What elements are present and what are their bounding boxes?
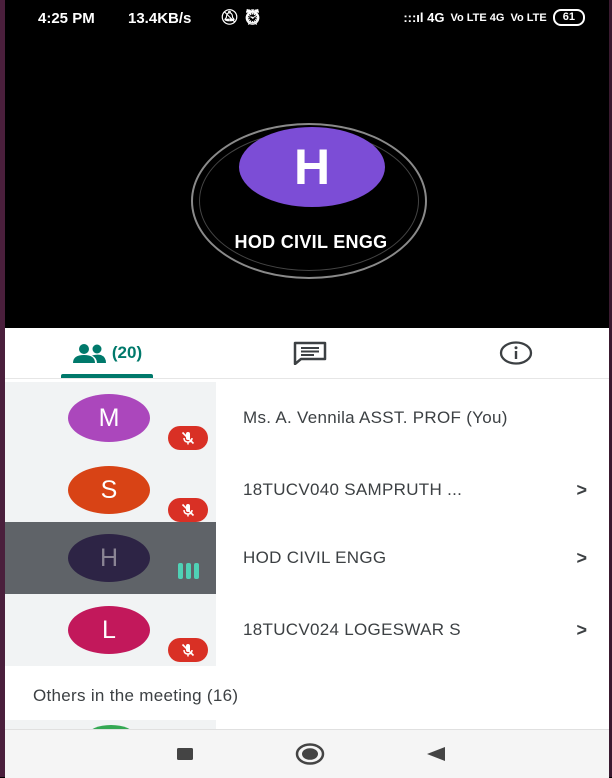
participant-name: 18TUCV040 SAMPRUTH ... bbox=[243, 480, 463, 499]
chevron-right-icon[interactable]: > bbox=[576, 454, 587, 526]
speaker-avatar: H bbox=[239, 127, 385, 207]
chevron-right-icon[interactable]: > bbox=[576, 594, 587, 666]
participant-row[interactable]: L 18TUCV024 LOGESWAR S > bbox=[5, 594, 609, 666]
status-time: 4:25 PM bbox=[38, 10, 95, 27]
people-icon bbox=[72, 344, 106, 363]
tab-people[interactable]: (20) bbox=[61, 328, 153, 378]
notifications-off-icon: 🔕︎ bbox=[220, 9, 244, 26]
info-icon bbox=[499, 341, 533, 365]
participant-name: HOD CIVIL ENGG bbox=[243, 548, 387, 567]
participant-row[interactable]: H HOD CIVIL ENGG > bbox=[5, 522, 609, 594]
tab-chat[interactable] bbox=[288, 328, 332, 378]
mic-off-icon bbox=[168, 426, 208, 450]
participant-name: 18TUCV024 LOGESWAR S bbox=[243, 620, 461, 639]
active-tab-indicator bbox=[61, 374, 153, 378]
back-button[interactable] bbox=[424, 730, 448, 778]
chevron-right-icon[interactable]: > bbox=[576, 522, 587, 594]
circle-icon bbox=[295, 743, 325, 765]
people-count: (20) bbox=[111, 343, 143, 362]
avatar: M bbox=[68, 394, 150, 442]
system-nav-bar bbox=[5, 729, 609, 778]
speaker-name: HOD CIVIL ENGG bbox=[234, 232, 388, 252]
participant-row[interactable]: M Ms. A. Vennila ASST. PROF (You) bbox=[5, 382, 609, 454]
others-section-title: Others in the meeting (16) bbox=[33, 686, 239, 705]
chat-icon bbox=[293, 341, 327, 365]
participant-avatar-area: H bbox=[5, 522, 216, 594]
participant-name: Ms. A. Vennila ASST. PROF (You) bbox=[243, 408, 508, 427]
status-right: :::ıl 4G Vo LTE 4G Vo LTE 61 bbox=[403, 9, 585, 26]
home-button[interactable] bbox=[295, 730, 325, 778]
status-left-icons: 🔕︎⏰︎ bbox=[220, 8, 266, 26]
signal-indicator: :::ıl 4G bbox=[403, 10, 445, 25]
participant-avatar-area: L bbox=[5, 594, 216, 666]
participant-row[interactable]: S 18TUCV040 SAMPRUTH ... > bbox=[5, 454, 609, 526]
square-icon bbox=[177, 748, 193, 760]
participants-panel: (20) M Ms. A. Vennila ASST. PROF (You) S… bbox=[5, 328, 609, 778]
mic-off-icon bbox=[168, 498, 208, 522]
triangle-back-icon bbox=[427, 747, 445, 761]
network-indicator-2: Vo LTE bbox=[510, 11, 547, 24]
avatar: S bbox=[68, 466, 150, 514]
status-net-speed: 13.4KB/s bbox=[128, 10, 192, 27]
alarm-icon: ⏰︎ bbox=[243, 9, 267, 26]
mic-off-icon bbox=[168, 638, 208, 662]
avatar: H bbox=[68, 534, 150, 582]
network-indicator-1: Vo LTE 4G bbox=[450, 11, 505, 24]
recent-apps-button[interactable] bbox=[173, 730, 197, 778]
video-stage[interactable]: H HOD CIVIL ENGG bbox=[5, 38, 609, 328]
participant-avatar-area: S bbox=[5, 454, 216, 526]
battery-indicator: 61 bbox=[552, 9, 585, 26]
audio-level-icon bbox=[168, 558, 208, 584]
tab-info[interactable] bbox=[494, 328, 538, 378]
panel-tabs: (20) bbox=[5, 328, 609, 379]
participant-avatar-area: M bbox=[5, 382, 216, 454]
status-bar: 4:25 PM 13.4KB/s 🔕︎⏰︎ :::ıl 4G Vo LTE 4G… bbox=[5, 0, 609, 38]
avatar: L bbox=[68, 606, 150, 654]
